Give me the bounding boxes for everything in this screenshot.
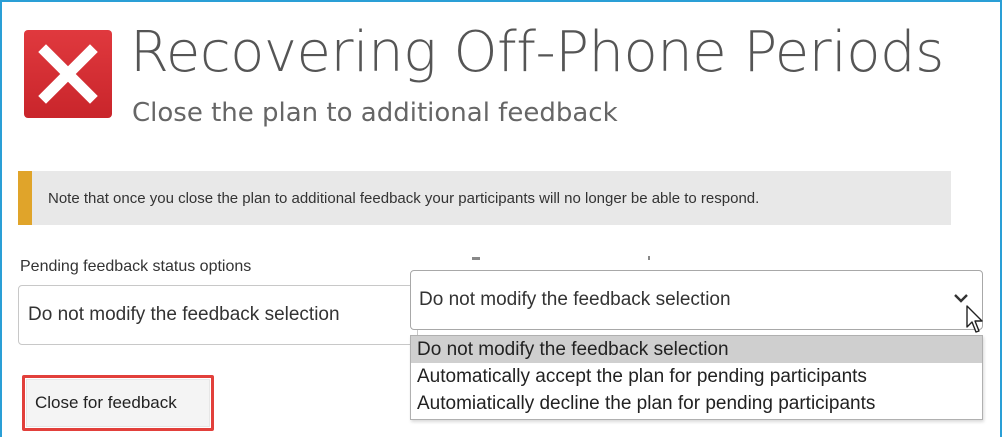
dropdown-option-do-not-modify[interactable]: Do not modify the feedback selection (411, 336, 982, 363)
pending-status-label: Pending feedback status options (20, 258, 252, 275)
pending-status-open-value: Do not modify the feedback selection (419, 289, 731, 310)
warning-note: Note that once you close the plan to add… (18, 171, 951, 225)
page-subtitle: Close the plan to additional feedback (132, 98, 618, 128)
pending-status-select-open[interactable]: Do not modify the feedback selection (410, 270, 983, 330)
dropdown-option-auto-decline[interactable]: Automiatically decline the plan for pend… (411, 390, 982, 417)
pending-status-select-value: Do not modify the feedback selection (28, 304, 340, 325)
warning-note-text: Note that once you close the plan to add… (48, 189, 760, 207)
chevron-down-icon[interactable] (954, 293, 968, 303)
pending-status-dropdown-list[interactable]: Do not modify the feedback selection Aut… (410, 335, 983, 420)
page-title: Recovering Off-Phone Periods (130, 20, 944, 85)
close-for-feedback-button[interactable]: Close for feedback (26, 379, 210, 427)
pending-status-select[interactable]: Do not modify the feedback selection (18, 285, 418, 345)
dropdown-option-auto-accept[interactable]: Automatically accept the plan for pendin… (411, 363, 982, 390)
mouse-pointer-icon (966, 305, 983, 333)
occluded-label-fragment (470, 250, 690, 262)
close-x-icon (24, 30, 112, 118)
